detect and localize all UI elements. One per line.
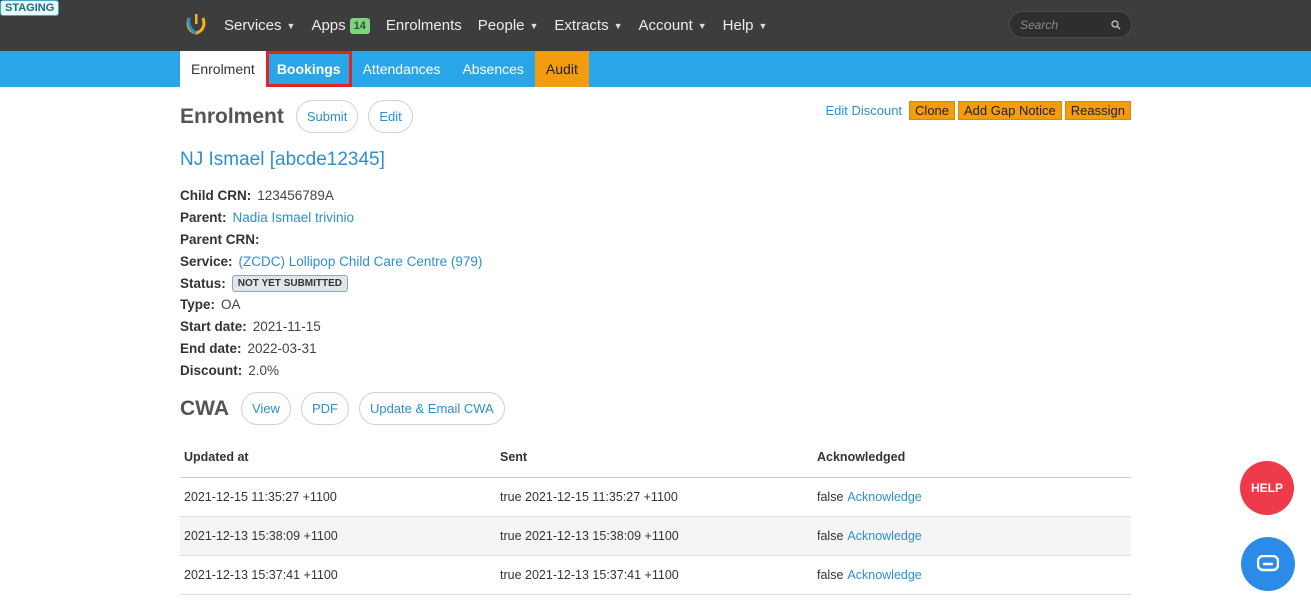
type-label: Type: — [180, 297, 216, 313]
tab-bar: Enrolment Bookings Attendances Absences … — [180, 51, 589, 87]
discount-value: 2.0% — [248, 362, 280, 378]
tab-absences[interactable]: Absences — [451, 51, 534, 87]
chat-button[interactable] — [1241, 537, 1295, 591]
table-row: 2021-12-13 15:37:41 +1100 true 2021-12-1… — [180, 555, 1131, 595]
table-row: 2021-12-15 11:35:27 +1100 true 2021-12-1… — [180, 477, 1131, 517]
table-row: 2021-12-13 15:38:09 +1100 true 2021-12-1… — [180, 516, 1131, 556]
ack-value: false — [817, 567, 844, 582]
type-value: OA — [221, 297, 241, 313]
edit-discount-link[interactable]: Edit Discount — [825, 103, 902, 118]
nav-apps-label: Apps — [311, 17, 346, 34]
nav-people[interactable]: People ▼ — [478, 17, 539, 34]
top-navbar: Services ▼ Apps 14 Enrolments People ▼ Extr… — [0, 0, 1311, 51]
enrolment-details: Child CRN: 123456789A Parent: Nadia Ismael… — [180, 185, 482, 381]
app-logo-icon[interactable] — [185, 12, 207, 36]
add-gap-notice-button[interactable]: Add Gap Notice — [958, 101, 1062, 120]
update-email-cwa-button[interactable]: Update & Email CWA — [358, 392, 505, 425]
page-title: Enrolment — [180, 104, 284, 128]
sent-cell: true 2021-12-13 15:38:09 +1100 — [496, 516, 813, 556]
cwa-title: CWA — [180, 396, 229, 420]
chevron-down-icon: ▼ — [529, 20, 539, 31]
col-acknowledged: Acknowledged — [813, 438, 1131, 478]
start-date-value: 2021-11-15 — [252, 319, 321, 335]
col-sent: Sent — [496, 438, 813, 478]
submit-button[interactable]: Submit — [295, 100, 359, 133]
edit-button[interactable]: Edit — [368, 100, 413, 133]
child-crn-value: 123456789A — [257, 188, 334, 204]
ack-cell: false Acknowledge — [813, 516, 1131, 556]
nav-enrolments[interactable]: Enrolments — [386, 17, 462, 34]
cwa-table: Updated at Sent Acknowledged 2021-12-15 … — [180, 438, 1131, 595]
chevron-down-icon: ▼ — [613, 20, 623, 31]
nav-services-label: Services — [224, 17, 282, 34]
help-button[interactable]: HELP — [1240, 461, 1294, 515]
nav-account[interactable]: Account ▼ — [639, 17, 707, 34]
end-date-label: End date: — [180, 340, 242, 356]
sent-cell: true 2021-12-15 11:35:27 +1100 — [496, 477, 813, 517]
enrolment-actions: Edit Discount Clone Add Gap Notice Reass… — [825, 101, 1131, 120]
reassign-button[interactable]: Reassign — [1064, 101, 1131, 120]
acknowledge-link[interactable]: Acknowledge — [847, 568, 921, 582]
tab-enrolment[interactable]: Enrolment — [180, 51, 266, 87]
staging-badge: STAGING — [0, 0, 60, 16]
status-badge: NOT YET SUBMITTED — [231, 274, 349, 292]
ack-value: false — [817, 489, 844, 504]
nav-help-label: Help — [722, 17, 754, 34]
cwa-view-button[interactable]: View — [241, 392, 291, 425]
main-nav: Services ▼ Apps 14 Enrolments People ▼ Extr… — [224, 0, 783, 51]
acknowledge-link[interactable]: Acknowledge — [847, 490, 921, 504]
discount-label: Discount: — [180, 362, 243, 378]
nav-extracts[interactable]: Extracts ▼ — [554, 17, 622, 34]
nav-services[interactable]: Services ▼ — [224, 17, 295, 34]
nav-account-label: Account — [638, 17, 693, 34]
end-date-value: 2022-03-31 — [247, 340, 317, 356]
service-link[interactable]: (ZCDC) Lollipop Child Care Centre (979) — [239, 254, 483, 269]
apps-count-badge: 14 — [349, 17, 370, 34]
search-icon[interactable] — [1111, 19, 1121, 30]
table-header-row: Updated at Sent Acknowledged — [180, 438, 1131, 478]
ack-cell: false Acknowledge — [813, 477, 1131, 517]
chevron-down-icon: ▼ — [758, 20, 768, 31]
acknowledge-link[interactable]: Acknowledge — [847, 529, 921, 543]
chevron-down-icon: ▼ — [697, 20, 707, 31]
tab-attendances[interactable]: Attendances — [352, 51, 452, 87]
start-date-label: Start date: — [180, 319, 247, 335]
updated-cell: 2021-12-13 15:38:09 +1100 — [180, 516, 496, 556]
cwa-header: CWA View PDF Update & Email CWA — [180, 392, 515, 425]
col-updated-at: Updated at — [180, 438, 496, 478]
tab-audit[interactable]: Audit — [534, 51, 589, 87]
search-input[interactable] — [1020, 17, 1105, 32]
clone-button[interactable]: Clone — [909, 101, 956, 120]
nav-apps[interactable]: Apps 14 — [311, 17, 370, 34]
chat-icon — [1257, 555, 1279, 572]
parent-crn-label: Parent CRN: — [180, 231, 260, 247]
child-name-link[interactable]: NJ Ismael [abcde12345] — [180, 149, 385, 171]
updated-cell: 2021-12-13 15:37:41 +1100 — [180, 555, 496, 595]
enrolment-subnav: Enrolment Bookings Attendances Absences … — [0, 51, 1311, 87]
ack-value: false — [817, 528, 844, 543]
nav-extracts-label: Extracts — [554, 17, 609, 34]
updated-cell: 2021-12-15 11:35:27 +1100 — [180, 477, 496, 517]
ack-cell: false Acknowledge — [813, 555, 1131, 595]
search-box — [1009, 11, 1132, 38]
parent-link[interactable]: Nadia Ismael trivinio — [233, 210, 355, 225]
enrolment-header: Enrolment Submit Edit — [180, 100, 423, 133]
status-label: Status: — [180, 275, 226, 291]
parent-label: Parent: — [180, 210, 227, 226]
cwa-pdf-button[interactable]: PDF — [300, 392, 349, 425]
sent-cell: true 2021-12-13 15:37:41 +1100 — [496, 555, 813, 595]
nav-help[interactable]: Help ▼ — [723, 17, 768, 34]
child-crn-label: Child CRN: — [180, 188, 252, 204]
nav-people-label: People — [477, 17, 525, 34]
chevron-down-icon: ▼ — [286, 20, 296, 31]
tab-bookings[interactable]: Bookings — [265, 51, 352, 87]
service-label: Service: — [180, 253, 233, 269]
nav-enrolments-label: Enrolments — [385, 17, 462, 34]
